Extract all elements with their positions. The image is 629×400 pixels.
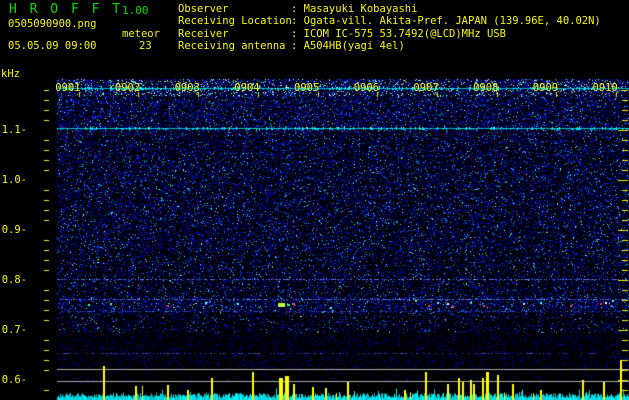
mode-label: meteor [122,28,160,40]
time-label: 0904 [234,82,260,94]
time-label: 0901 [55,82,81,94]
time-label: 0908 [473,82,499,94]
freq-axis-unit: kHz [1,68,20,80]
file-datetime: 05.05.09 09:00 [8,40,97,52]
station-info: Observer : Masayuki Kobayashi Receiving Lo… [178,4,601,53]
info-label: Observer [178,3,229,15]
time-label: 0903 [174,82,200,94]
app-title: H R O F F T [9,2,123,17]
info-value: : A504HB(yagi 4el) [291,39,405,52]
output-filename: 0505090900.png [8,18,97,30]
freq-label: 0.8- [1,274,27,286]
time-label: 0906 [353,82,379,94]
freq-label: 1.0- [1,174,27,186]
hrofft-window: H R O F F T 1.00 0505090900.png meteor 0… [0,0,629,400]
info-value: : Ogata-vill. Akita-Pref. JAPAN (139.96E… [291,15,601,28]
info-label: Receiving antenna [178,39,286,52]
app-version: 1.00 [122,4,149,17]
freq-label: 1.1- [1,124,27,136]
info-label: Receiving Location [178,15,292,28]
info-value: : ICOM IC-575 53.7492(@LCD)MHz USB [291,27,506,40]
echo-count: 23 [139,40,152,52]
time-label: 0902 [114,82,141,94]
time-label: 0910 [592,82,618,94]
freq-label: 0.7- [1,324,27,336]
time-label: 0907 [413,82,439,94]
time-label: 0909 [532,82,559,94]
info-value: : Masayuki Kobayashi [291,3,418,15]
info-row: Receiving antenna : A504HB(yagi 4el) [178,41,601,53]
time-label: 0905 [294,82,320,94]
freq-label: 0.9- [1,224,27,236]
spectrogram-canvas [0,0,629,400]
freq-label: 0.6- [1,374,27,386]
info-label: Receiver [178,27,229,40]
